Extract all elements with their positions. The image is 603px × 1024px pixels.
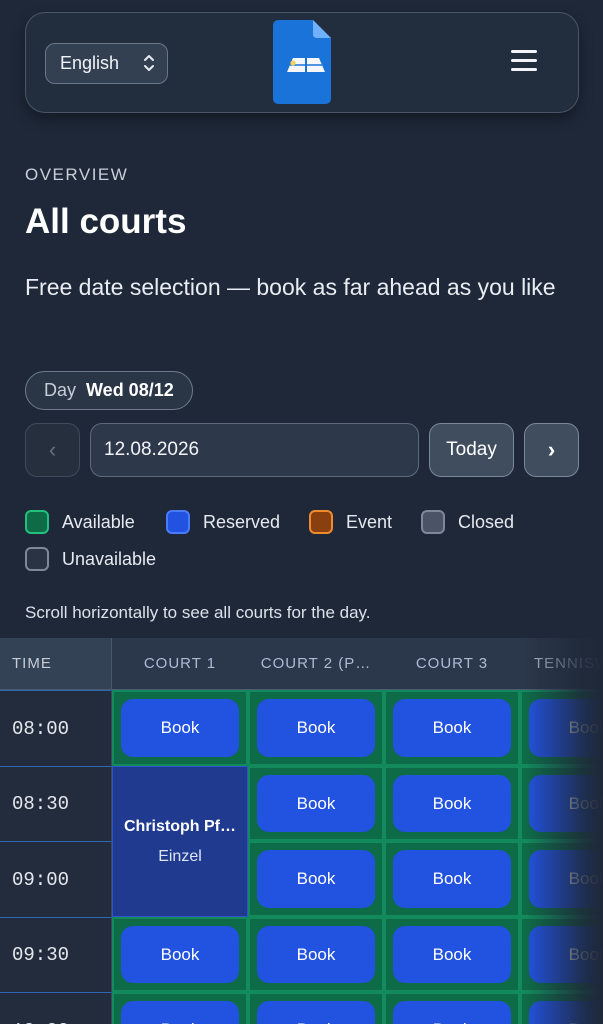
legend-swatch-event bbox=[309, 510, 333, 534]
schedule-grid[interactable]: TIME COURT 1 COURT 2 (P… COURT 3 TENNISW… bbox=[0, 638, 603, 1024]
legend-item-event: Event bbox=[309, 510, 392, 534]
book-button[interactable]: Book bbox=[393, 775, 511, 832]
available-slot: Book bbox=[384, 766, 520, 841]
language-select[interactable]: English bbox=[45, 43, 168, 84]
book-button[interactable]: Book bbox=[257, 926, 375, 983]
court-column-header: COURT 3 bbox=[384, 638, 520, 690]
legend-item-reserved: Reserved bbox=[166, 510, 280, 534]
legend-swatch-reserved bbox=[166, 510, 190, 534]
section-eyebrow: OVERVIEW bbox=[25, 165, 129, 184]
legend-swatch-unavailable bbox=[25, 547, 49, 571]
available-slot: Book bbox=[384, 917, 520, 992]
legend-label: Event bbox=[346, 511, 393, 532]
court-column-header: COURT 2 (P… bbox=[248, 638, 384, 690]
page-subtitle: Free date selection — book as far ahead … bbox=[25, 274, 556, 300]
chevron-up-down-icon bbox=[144, 55, 154, 71]
reservation-type: Einzel bbox=[158, 847, 202, 865]
time-slot-label: 08:00 bbox=[0, 690, 112, 766]
book-button[interactable]: Book bbox=[393, 699, 511, 757]
next-day-button[interactable]: › bbox=[524, 423, 579, 477]
available-slot: Book bbox=[520, 992, 603, 1024]
book-button[interactable]: Book bbox=[529, 1001, 603, 1024]
reservation-name: Christoph Pf… bbox=[124, 817, 236, 835]
book-button[interactable]: Book bbox=[529, 699, 603, 757]
available-slot: Book bbox=[384, 841, 520, 917]
selected-day-pill: Day Wed 08/12 bbox=[25, 371, 193, 410]
book-button[interactable]: Book bbox=[529, 926, 603, 983]
legend-label: Unavailable bbox=[62, 548, 157, 569]
available-slot: Book bbox=[112, 917, 248, 992]
time-slot-label: 09:00 bbox=[0, 841, 112, 917]
legend-label: Reserved bbox=[203, 511, 281, 532]
available-slot: Book bbox=[248, 841, 384, 917]
legend-label: Closed bbox=[458, 511, 515, 532]
available-slot: Book bbox=[384, 690, 520, 766]
book-button[interactable]: Book bbox=[257, 699, 375, 757]
available-slot: Book bbox=[248, 690, 384, 766]
available-slot: Book bbox=[248, 766, 384, 841]
book-button[interactable]: Book bbox=[393, 926, 511, 983]
book-button[interactable]: Book bbox=[393, 850, 511, 908]
legend-item-unavailable: Unavailable bbox=[25, 547, 156, 571]
legend-label: Available bbox=[62, 511, 135, 532]
book-button[interactable]: Book bbox=[121, 699, 239, 757]
available-slot: Book bbox=[112, 992, 248, 1024]
available-slot: Book bbox=[520, 841, 603, 917]
court-column-header: COURT 1 bbox=[112, 638, 248, 690]
previous-day-button[interactable]: ‹ bbox=[25, 423, 80, 477]
time-slot-label: 08:30 bbox=[0, 766, 112, 841]
reservation-block[interactable]: Christoph Pf… Einzel bbox=[112, 766, 248, 917]
time-slot-label: 10:00 bbox=[0, 992, 112, 1024]
legend-swatch-available bbox=[25, 510, 49, 534]
today-button[interactable]: Today bbox=[429, 423, 514, 477]
book-button[interactable]: Book bbox=[529, 775, 603, 832]
book-button[interactable]: Book bbox=[121, 926, 239, 983]
available-slot: Book bbox=[520, 766, 603, 841]
book-button[interactable]: Book bbox=[257, 775, 375, 832]
hamburger-menu-icon[interactable] bbox=[511, 50, 537, 74]
book-button[interactable]: Book bbox=[121, 1001, 239, 1024]
available-slot: Book bbox=[248, 917, 384, 992]
day-pill-key: Day bbox=[44, 380, 77, 400]
available-slot: Book bbox=[520, 690, 603, 766]
book-button[interactable]: Book bbox=[257, 850, 375, 908]
book-button[interactable]: Book bbox=[257, 1001, 375, 1024]
legend-swatch-closed bbox=[421, 510, 445, 534]
book-button[interactable]: Book bbox=[393, 1001, 511, 1024]
available-slot: Book bbox=[248, 992, 384, 1024]
scroll-hint: Scroll horizontally to see all courts fo… bbox=[25, 603, 371, 622]
page-title: All courts bbox=[25, 202, 187, 241]
date-input[interactable] bbox=[90, 423, 419, 477]
court-column-header: TENNISW bbox=[520, 638, 603, 690]
day-pill-value: Wed 08/12 bbox=[86, 380, 174, 400]
time-column-header: TIME bbox=[0, 638, 112, 690]
legend-item-closed: Closed bbox=[421, 510, 514, 534]
legend-item-available: Available bbox=[25, 510, 135, 534]
time-slot-label: 09:30 bbox=[0, 917, 112, 992]
available-slot: Book bbox=[520, 917, 603, 992]
court-app-logo-icon[interactable] bbox=[273, 20, 333, 104]
language-select-value: English bbox=[60, 53, 120, 73]
available-slot: Book bbox=[112, 690, 248, 766]
book-button[interactable]: Book bbox=[529, 850, 603, 908]
available-slot: Book bbox=[384, 992, 520, 1024]
app-header: English bbox=[25, 12, 579, 113]
